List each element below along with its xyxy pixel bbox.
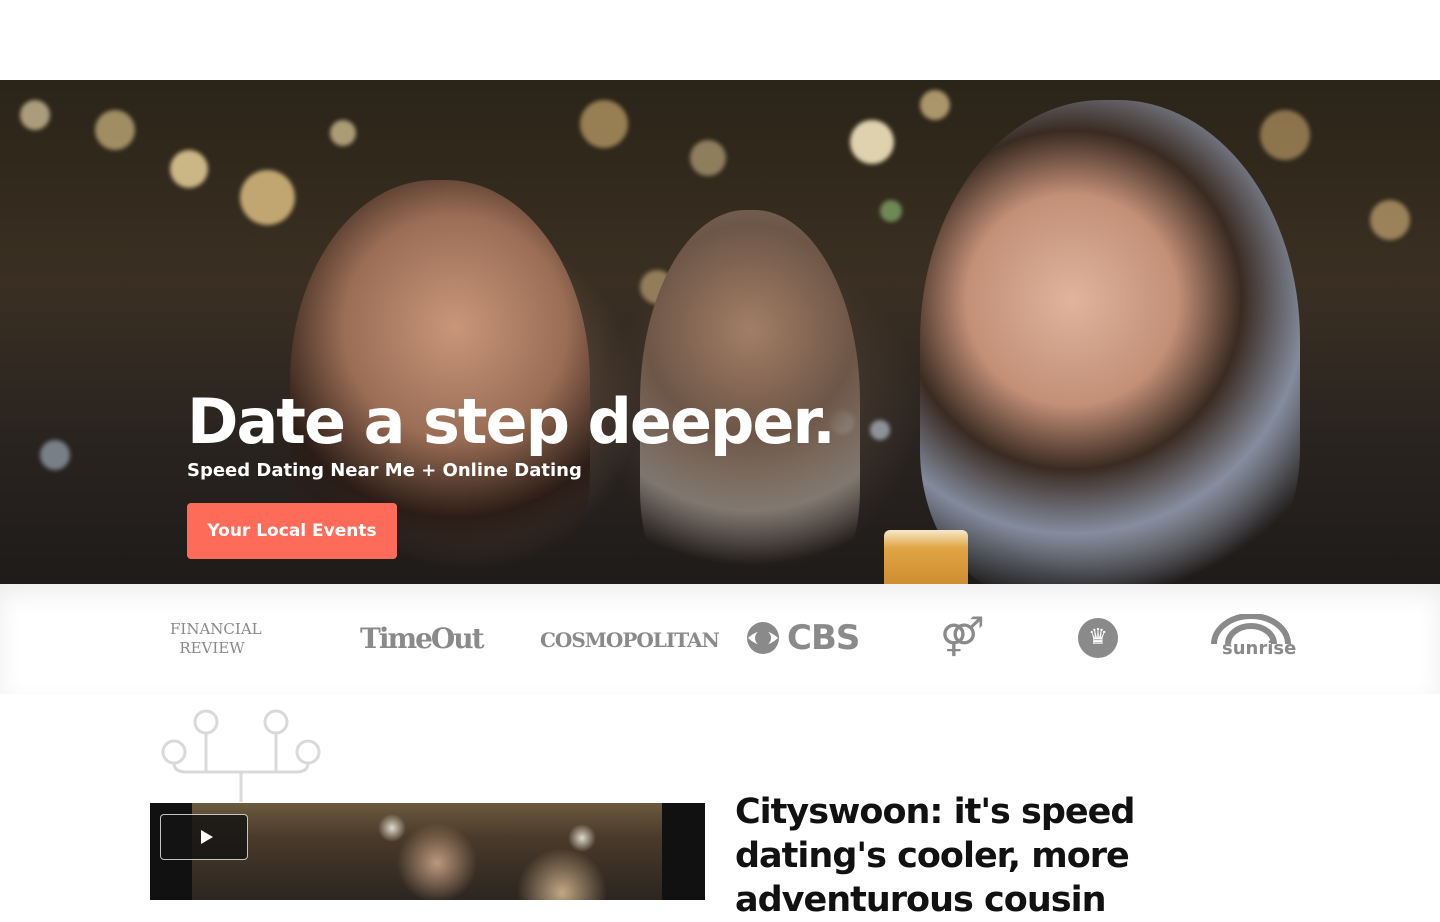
hero-banner: Date a step deeper. Speed Dating Near Me… (0, 80, 1440, 584)
bokeh-light (170, 150, 208, 188)
financial-review-line2: REVIEW (179, 639, 245, 657)
intro-heading: Cityswoon: it's speed dating's cooler, m… (735, 792, 1135, 920)
bokeh-light (240, 170, 295, 225)
sunrise-logo: sunrise (1210, 614, 1296, 662)
cbs-logo-text: CBS (787, 618, 860, 658)
financial-review-line1: FINANCIAL (170, 620, 262, 638)
cosmopolitan-logo: COSMOPOLITAN (540, 628, 720, 652)
bokeh-light (920, 90, 950, 120)
cbs-eye-icon (747, 622, 779, 654)
beer-glass (884, 530, 968, 584)
bokeh-light (1260, 110, 1310, 160)
bokeh-light (850, 120, 894, 164)
play-button[interactable] (160, 814, 248, 860)
candelabra-decoration-icon (161, 709, 321, 802)
bokeh-light (330, 120, 356, 146)
bokeh-light (1370, 200, 1410, 240)
time-out-logo: TimeOut (360, 622, 485, 655)
gender-symbols-icon: ⚤ (940, 614, 985, 658)
bokeh-light (40, 440, 70, 470)
top-navigation-bar (0, 0, 1440, 80)
man-figure (920, 100, 1300, 584)
bokeh-light (580, 100, 628, 148)
hero-title: Date a step deeper. (187, 385, 836, 458)
bokeh-light (880, 200, 902, 222)
play-icon (201, 830, 213, 844)
bokeh-light (870, 420, 890, 440)
bokeh-light (95, 110, 135, 150)
bokeh-light (690, 140, 726, 176)
guinness-seal-icon: ♛ (1078, 618, 1118, 658)
sunrise-logo-text: sunrise (1222, 638, 1297, 659)
local-events-button[interactable]: Your Local Events (187, 503, 397, 559)
press-logos-bar: FINANCIAL REVIEW TimeOut COSMOPOLITAN CB… (0, 584, 1440, 694)
financial-review-logo: FINANCIAL REVIEW (170, 620, 262, 658)
video-thumbnail (192, 803, 662, 900)
hero-subtitle: Speed Dating Near Me + Online Dating (187, 460, 582, 481)
cbs-logo: CBS (745, 618, 860, 658)
bokeh-light (20, 100, 50, 130)
